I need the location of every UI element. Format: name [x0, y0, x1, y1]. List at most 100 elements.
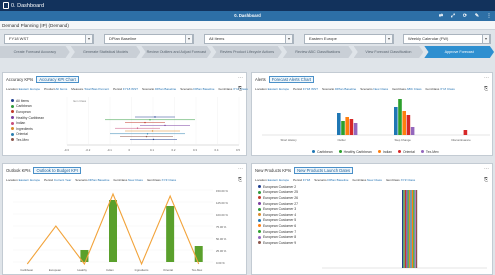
legend-label: Caribbean — [317, 149, 333, 154]
bar — [349, 119, 354, 135]
param-value[interactable]: Current Year — [54, 178, 71, 182]
param-label: Scenario — [180, 87, 194, 91]
legend-label: European Customer 3 — [263, 207, 297, 212]
legend-label: European Customer 25 — [263, 190, 299, 195]
param-value[interactable]: DPlan Baseline — [335, 87, 356, 91]
alerts-chart — [262, 99, 490, 136]
chart-select[interactable]: Accuracy KPI Chart — [36, 76, 79, 83]
scenario-select[interactable]: DPlan Baseline ▾ — [104, 34, 194, 44]
legend-swatch — [377, 150, 381, 154]
panel-menu-icon[interactable]: ⋯ — [238, 75, 243, 81]
param-label: ItemClass — [385, 178, 401, 182]
more-icon[interactable]: ⋮ — [483, 11, 495, 21]
param-row: Location Eastern Europe Product All Items… — [6, 87, 252, 91]
legend-label: Tex-Mex — [425, 149, 439, 154]
tab-review-abc[interactable]: Review ABC Classifications — [282, 46, 353, 58]
param-value[interactable]: Total Bias Percent — [84, 87, 109, 91]
x-tick-label: European — [48, 268, 61, 272]
param-value[interactable]: Eastern Europe — [268, 178, 290, 182]
param-value[interactable]: FY18 WST — [303, 87, 318, 91]
param-value[interactable]: XYZ Class — [162, 178, 177, 182]
x-tick-label: Indian — [106, 268, 114, 272]
edit-icon[interactable]: ✎ — [471, 11, 483, 21]
legend-item: European Customer 5 — [258, 218, 298, 224]
x-tick-label: Ingredients — [134, 268, 149, 272]
tab-view-forecast-classification[interactable]: View Forecast Classification — [353, 46, 424, 58]
bias-point — [151, 130, 154, 132]
param-value[interactable]: XYZ Class — [440, 87, 455, 91]
legend-label: Caribbean — [16, 104, 32, 109]
legend-label: Ingredients — [16, 126, 33, 131]
tab-review-lifecycle[interactable]: Review Product Lifecycle Actions — [212, 46, 282, 58]
download-icon[interactable]: ⎘ — [484, 86, 488, 92]
legend-swatch — [258, 185, 261, 189]
download-icon[interactable]: ⎘ — [238, 86, 242, 92]
bar — [414, 190, 416, 268]
param-value[interactable]: DPlan Baseline — [155, 87, 176, 91]
legend-swatch — [258, 235, 261, 239]
param-value[interactable]: XYZ Class — [401, 178, 416, 182]
param-row: Location Eastern Europe Period Current Ye… — [6, 178, 180, 182]
version-value: FY18 WST — [9, 36, 29, 41]
param-value[interactable]: Eastern Europe — [268, 87, 290, 91]
param-value[interactable]: New Class — [128, 178, 143, 182]
param-value[interactable]: DPlan Baseline — [88, 178, 109, 182]
calendar-select[interactable]: Weekly Calendar (FW) ▾ — [403, 34, 491, 44]
items-select[interactable]: All Items ▾ — [204, 34, 294, 44]
bar — [413, 190, 415, 268]
dashboard-bar: 0. Dashboard ⇄ ⤢ ⟳ ✎ ⋮ — [0, 11, 495, 21]
tab-approve-forecast[interactable]: Approve Forecast — [424, 46, 495, 58]
param-value[interactable]: ABC Class — [407, 87, 422, 91]
bar — [402, 190, 404, 268]
expand-icon[interactable]: ⤢ — [447, 11, 459, 21]
bias-point — [145, 135, 148, 138]
bias-point — [136, 127, 139, 129]
panel-menu-icon[interactable]: ⋯ — [484, 75, 489, 81]
param-value[interactable]: DPlan Baseline — [193, 87, 214, 91]
param-value[interactable]: FY18 — [303, 178, 310, 182]
param-label: ItemClass — [392, 87, 407, 91]
link-icon[interactable]: ⇄ — [435, 11, 447, 21]
x-tick-label: Healthy — [77, 268, 87, 272]
download-icon[interactable]: ⎘ — [238, 177, 242, 183]
param-label: Location — [255, 178, 268, 182]
bar — [407, 190, 409, 268]
tab-create-forecast-accuracy[interactable]: Create Forecast Accuracy — [0, 46, 70, 58]
x-tick-label: 0.4 — [214, 148, 219, 152]
legend-item: Tex-Mex — [420, 149, 439, 155]
param-value[interactable]: Eastern Europe — [19, 87, 41, 91]
param-value[interactable]: Eastern Europe — [19, 178, 41, 182]
param-label: Location — [6, 87, 19, 91]
tab-review-outliers[interactable]: Review Outliers and Adjust Forecast — [141, 46, 212, 58]
legend-swatch — [11, 99, 14, 103]
legend-item: European Customer 25 — [258, 190, 298, 196]
param-value[interactable]: All Items — [55, 87, 67, 91]
param-value[interactable]: New Class — [367, 178, 382, 182]
chevron-down-icon: ▾ — [385, 34, 393, 44]
legend-label: European Customer 2 — [263, 184, 297, 189]
param-label: Period — [113, 87, 123, 91]
legend-label: European Customer 26 — [263, 195, 299, 200]
panel-menu-icon[interactable]: ⋯ — [238, 166, 243, 172]
param-value[interactable]: New Class — [373, 87, 388, 91]
legend-label: Oriental — [403, 149, 415, 154]
location-value: Eastern Europe — [309, 36, 337, 41]
panel-menu-icon[interactable]: ⋯ — [484, 166, 489, 172]
chevron-down-icon: ▾ — [185, 34, 193, 44]
download-icon[interactable]: ⎘ — [484, 177, 488, 183]
chart-select[interactable]: Outlook to Budget KPI — [33, 167, 81, 174]
chart-select[interactable]: Forecast Alerts Chart — [268, 76, 315, 83]
version-select[interactable]: FY18 WST ▾ — [4, 34, 94, 44]
legend-item: European Customer 2 — [258, 184, 298, 190]
param-value[interactable]: FY18 WST — [123, 87, 138, 91]
refresh-icon[interactable]: ⟳ — [459, 11, 471, 21]
legend-swatch — [258, 230, 261, 234]
location-select[interactable]: Eastern Europe ▾ — [304, 34, 394, 44]
param-value[interactable]: DPlan Baseline — [327, 178, 348, 182]
chart-select[interactable]: New Products Launch Dates — [294, 167, 354, 174]
scenario-value: DPlan Baseline — [109, 36, 137, 41]
bar — [410, 127, 415, 135]
outlook-panel: Outlook KPIs Outlook to Budget KPI ⋯ Loca… — [2, 163, 247, 275]
bar — [402, 111, 406, 135]
tab-generate-statistical-models[interactable]: Generate Statistical Models — [70, 46, 141, 58]
